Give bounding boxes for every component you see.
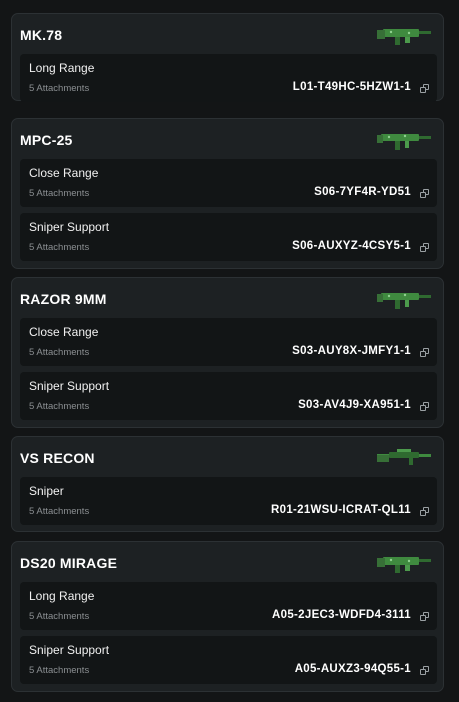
sniper-rifle-camo-icon (375, 446, 433, 470)
copy-icon[interactable] (420, 243, 429, 252)
build-name: Sniper (29, 484, 64, 498)
weapon-card: VS RECON Sniper 5 Attachments R01-21WSU-ICR… (11, 436, 444, 532)
attachment-count: 5 Attachments (29, 188, 90, 199)
build-row[interactable]: Sniper Support 5 Attachments S03-AV4J9-XA9… (20, 372, 437, 420)
weapon-card: MPC-25 Close Range 5 Attachments S06-7YF4R-… (11, 118, 444, 269)
attachment-count: 5 Attachments (29, 611, 90, 622)
build-row[interactable]: Close Range 5 Attachments S03-AUY8X-JMFY1-… (20, 318, 437, 366)
attachment-count: 5 Attachments (29, 242, 90, 253)
build-name: Sniper Support (29, 643, 110, 657)
assault-rifle-camo-icon (375, 23, 433, 47)
copy-icon[interactable] (420, 507, 429, 516)
weapon-card: DS20 MIRAGE Long Range 5 Attachments A05-2J… (11, 541, 444, 692)
build-code[interactable]: A05-2JEC3-WDFD4-3111 (272, 609, 411, 621)
copy-icon[interactable] (420, 402, 429, 411)
build-name: Close Range (29, 325, 99, 339)
build-row[interactable]: Long Range 5 Attachments A05-2JEC3-WDFD4-3… (20, 582, 437, 630)
attachment-count: 5 Attachments (29, 401, 90, 412)
build-code[interactable]: L01-T49HC-5HZW1-1 (293, 81, 411, 93)
build-name: Long Range (29, 61, 95, 75)
copy-icon[interactable] (420, 348, 429, 357)
copy-icon[interactable] (420, 666, 429, 675)
build-name: Sniper Support (29, 220, 110, 234)
attachment-count: 5 Attachments (29, 665, 90, 676)
weapon-name: RAZOR 9MM (20, 291, 107, 307)
build-row[interactable]: Sniper 5 Attachments R01-21WSU-ICRAT-QL11 (20, 477, 437, 525)
build-row[interactable]: Sniper Support 5 Attachments S06-AUXYZ-4CS… (20, 213, 437, 261)
build-code[interactable]: S06-AUXYZ-4CSY5-1 (292, 240, 411, 252)
build-row[interactable]: Close Range 5 Attachments S06-7YF4R-YD51 (20, 159, 437, 207)
copy-icon[interactable] (420, 189, 429, 198)
weapon-name: VS RECON (20, 450, 95, 466)
smg-camo-icon (375, 128, 433, 152)
build-row[interactable]: Long Range 5 Attachments L01-T49HC-5HZW1-1 (20, 54, 437, 102)
build-name: Close Range (29, 166, 99, 180)
copy-icon[interactable] (420, 84, 429, 93)
build-code[interactable]: S03-AUY8X-JMFY1-1 (292, 345, 411, 357)
weapon-name: MPC-25 (20, 132, 73, 148)
build-code[interactable]: S06-7YF4R-YD51 (314, 186, 411, 198)
build-name: Long Range (29, 589, 95, 603)
top-strip (0, 0, 459, 4)
build-code[interactable]: S03-AV4J9-XA951-1 (298, 399, 411, 411)
assault-rifle-camo-icon (375, 551, 433, 575)
build-code[interactable]: R01-21WSU-ICRAT-QL11 (271, 504, 411, 516)
attachment-count: 5 Attachments (29, 83, 90, 94)
weapon-name: MK.78 (20, 27, 63, 43)
weapon-card: MK.78 Long Range 5 Attachments L01-T49HC-5H… (11, 13, 444, 102)
weapon-name: DS20 MIRAGE (20, 555, 118, 571)
smg-camo-icon (375, 287, 433, 311)
build-code[interactable]: A05-AUXZ3-94Q55-1 (295, 663, 411, 675)
build-row[interactable]: Sniper Support 5 Attachments A05-AUXZ3-94Q… (20, 636, 437, 684)
copy-icon[interactable] (420, 612, 429, 621)
attachment-count: 5 Attachments (29, 347, 90, 358)
build-name: Sniper Support (29, 379, 110, 393)
weapon-card: RAZOR 9MM Close Range 5 Attachments S03-AUY… (11, 277, 444, 428)
attachment-count: 5 Attachments (29, 506, 90, 517)
